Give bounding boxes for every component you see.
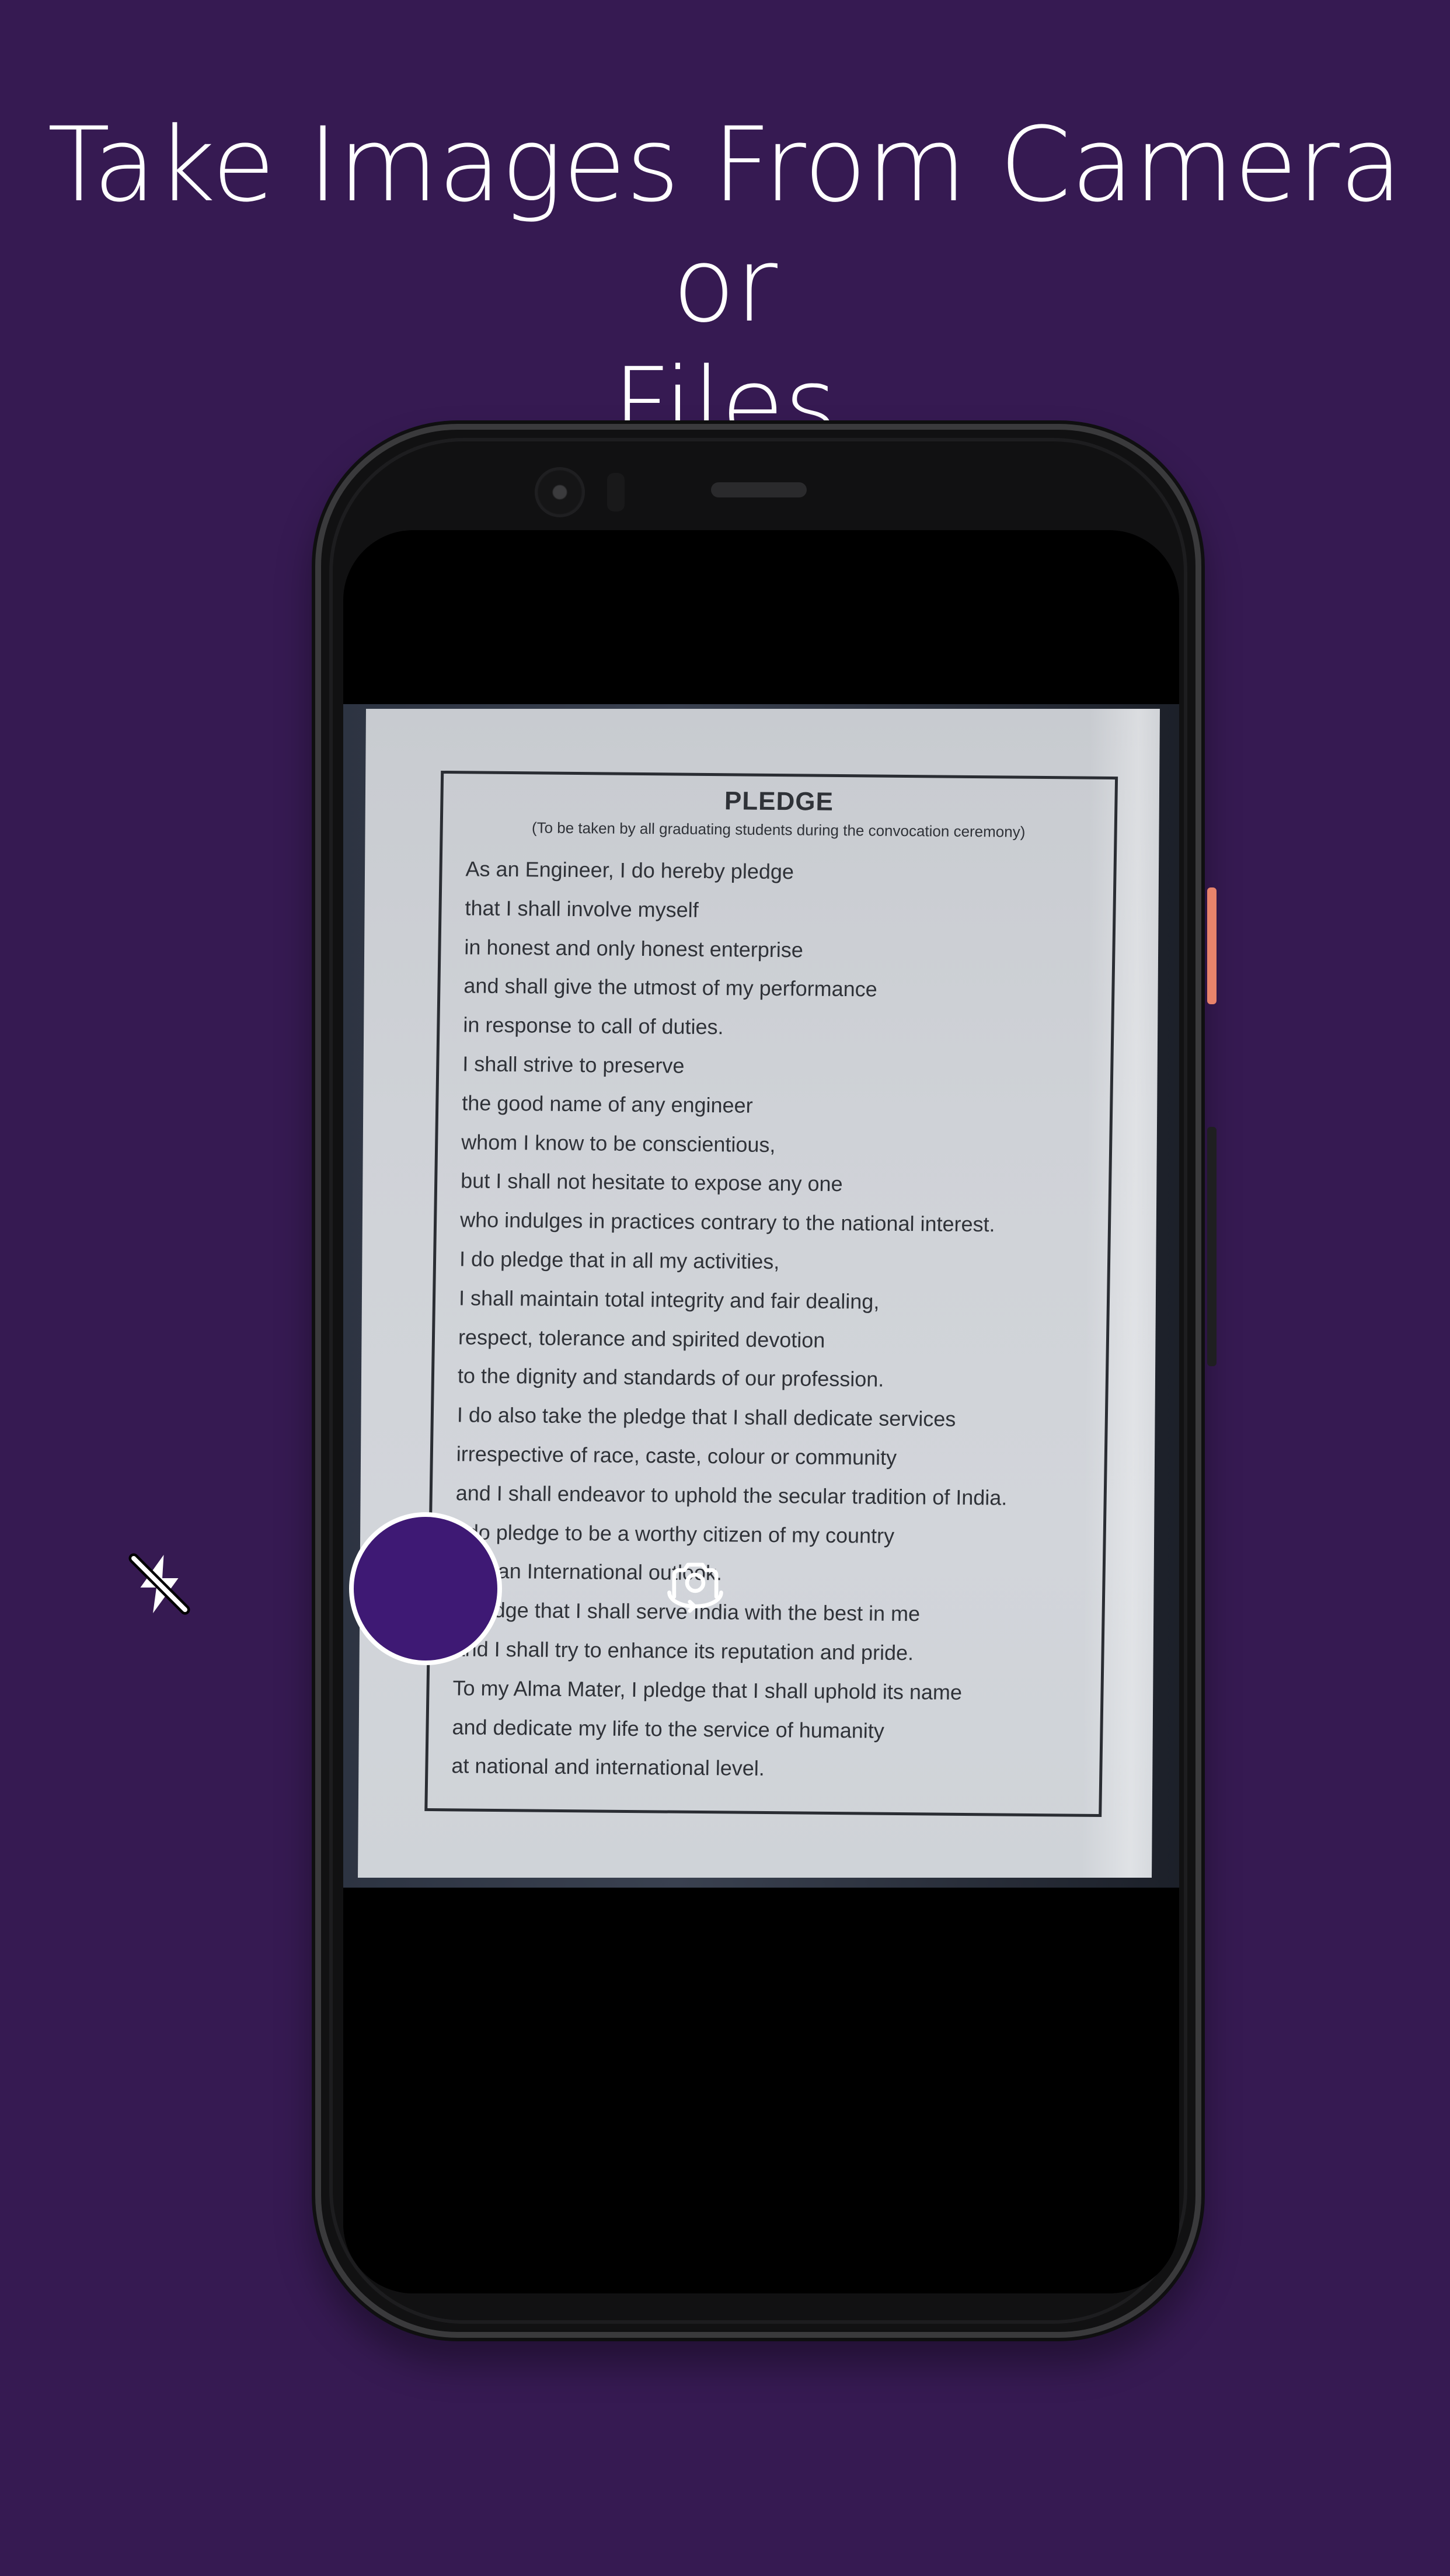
pledge-line: irrespective of race, caste, colour or c…	[456, 1442, 897, 1470]
flash-off-icon	[128, 1553, 190, 1615]
promo-headline: Take Images From Camera or Files	[0, 105, 1450, 466]
pledge-line: that I shall involve myself	[465, 896, 699, 922]
camera-controls-bar	[343, 1888, 1179, 2293]
pledge-text: As an Engineer, I do hereby pledge that …	[451, 850, 1017, 1790]
document-subtitle: (To be taken by all graduating students …	[531, 819, 1026, 841]
pledge-line: whom I know to be conscientious,	[461, 1129, 776, 1157]
pledge-line: To my Alma Mater, I pledge that I shall …	[452, 1676, 963, 1704]
pledge-border: PLEDGE (To be taken by all graduating st…	[424, 771, 1118, 1818]
pledge-line: to the dignity and standards of our prof…	[457, 1363, 884, 1392]
pledge-line: I shall maintain total integrity and fai…	[458, 1286, 880, 1314]
pledge-line: I do also take the pledge that I shall d…	[456, 1402, 956, 1431]
pledge-line: and shall give the utmost of my performa…	[463, 973, 878, 1001]
shutter-button[interactable]	[349, 1512, 502, 1665]
pledge-line: I shall strive to preserve	[462, 1052, 685, 1078]
pledge-line: who indulges in practices contrary to th…	[459, 1207, 995, 1237]
pledge-line: in honest and only honest enterprise	[464, 934, 804, 962]
pledge-line: As an Engineer, I do hereby pledge	[465, 857, 794, 884]
pledge-line: and I shall try to enhance its reputatio…	[453, 1637, 914, 1665]
phone-screen: PLEDGE (To be taken by all graduating st…	[343, 530, 1179, 2293]
switch-camera-button[interactable]	[657, 1546, 733, 1622]
flash-toggle-button[interactable]	[121, 1546, 197, 1622]
pledge-line: and dedicate my life to the service of h…	[452, 1714, 885, 1743]
pledge-line: and I shall endeavor to uphold the secul…	[455, 1481, 1008, 1510]
proximity-sensor	[607, 473, 625, 511]
power-button	[1207, 887, 1217, 1004]
document-title: PLEDGE	[724, 786, 834, 816]
pledge-line: I do pledge that in all my activities,	[459, 1247, 780, 1274]
camera-preview: PLEDGE (To be taken by all graduating st…	[343, 704, 1179, 1888]
document-page: PLEDGE (To be taken by all graduating st…	[358, 709, 1160, 1878]
pledge-line: the good name of any engineer	[461, 1091, 753, 1118]
front-camera-icon	[535, 467, 585, 517]
pledge-line: but I shall not hesitate to expose any o…	[460, 1168, 843, 1196]
switch-camera-icon	[667, 1562, 723, 1613]
volume-button	[1207, 1127, 1217, 1366]
pledge-line: at national and international level.	[451, 1753, 765, 1781]
pledge-line: respect, tolerance and spirited devotion	[458, 1324, 825, 1352]
headline-line-1: Take Images From Camera or	[47, 105, 1403, 345]
pledge-line: in response to call of duties.	[463, 1012, 724, 1039]
earpiece-speaker	[711, 482, 807, 497]
